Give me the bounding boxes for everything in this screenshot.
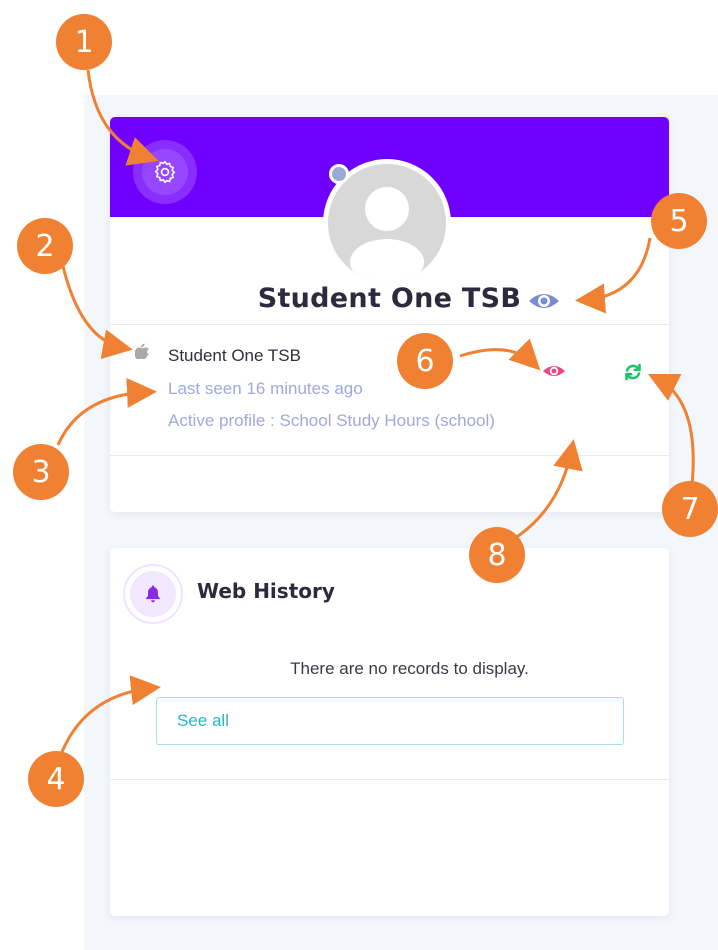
callout-2: 2 <box>17 218 73 274</box>
web-history-card: Web History There are no records to disp… <box>110 548 669 916</box>
callout-8: 8 <box>469 527 525 583</box>
callout-1: 1 <box>56 14 112 70</box>
online-status-dot <box>329 164 349 184</box>
profile-divider-bottom <box>110 455 669 456</box>
profile-card: Student One TSB Student One TSB Last see… <box>110 117 669 512</box>
profile-name: Student One TSB <box>257 283 522 314</box>
callout-7: 7 <box>662 481 718 537</box>
user-avatar-icon <box>328 164 446 282</box>
profile-divider-top <box>110 324 669 325</box>
see-all-button[interactable]: See all <box>156 697 624 745</box>
active-profile-link[interactable]: Active profile : School Study Hours (sch… <box>168 411 495 431</box>
bell-icon-wrap <box>130 571 176 617</box>
callout-3: 3 <box>13 444 69 500</box>
refresh-icon[interactable] <box>623 362 643 382</box>
gear-icon <box>154 160 176 184</box>
history-divider <box>110 779 669 780</box>
web-history-title: Web History <box>197 579 335 603</box>
eye-icon[interactable] <box>542 363 566 379</box>
empty-state-message: There are no records to display. <box>290 659 529 678</box>
callout-6: 6 <box>397 333 453 389</box>
apple-icon <box>135 343 149 359</box>
bell-icon <box>146 585 160 603</box>
bell-icon-badge <box>123 564 183 624</box>
eye-icon[interactable] <box>528 290 560 312</box>
settings-button[interactable] <box>133 140 197 204</box>
last-seen-text: Last seen 16 minutes ago <box>168 379 363 398</box>
device-name: Student One TSB <box>168 346 301 365</box>
callout-4: 4 <box>28 751 84 807</box>
settings-icon-wrap <box>142 149 188 195</box>
callout-5: 5 <box>651 193 707 249</box>
